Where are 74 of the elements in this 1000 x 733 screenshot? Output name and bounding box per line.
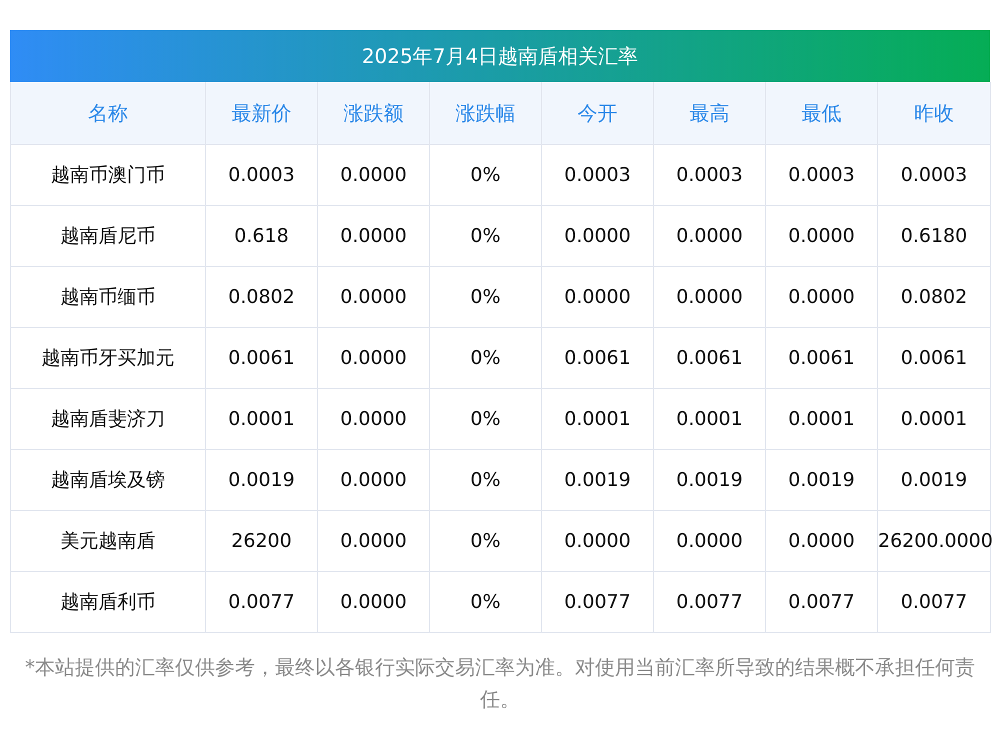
table-cell: 0.0000 (318, 328, 430, 388)
table-cell: 0.0019 (542, 450, 654, 510)
disclaimer-text: *本站提供的汇率仅供参考，最终以各银行实际交易汇率为准。对使用当前汇率所导致的结果概不承担任何责任。 (24, 654, 976, 713)
table-cell: 0% (430, 206, 542, 266)
table-cell: 0.0077 (878, 572, 990, 632)
table-cell: 0% (430, 144, 542, 206)
table-cell: 越南盾埃及镑 (10, 450, 206, 510)
column-header: 涨跌额 (318, 82, 430, 144)
table-cell: 0.0001 (542, 388, 654, 450)
table-cell: 0.0000 (542, 206, 654, 266)
column-header: 今开 (542, 82, 654, 144)
table-cell: 0.0001 (206, 388, 318, 450)
table-cell: 0.0000 (766, 510, 878, 572)
table-cell: 0% (430, 450, 542, 510)
table-cell: 0.0000 (766, 206, 878, 266)
table-cell: 0.0802 (878, 266, 990, 328)
table-cell: 0.0001 (878, 388, 990, 450)
table-cell: 0.6180 (878, 206, 990, 266)
table-cell: 0.0077 (654, 572, 766, 632)
column-header: 最新价 (206, 82, 318, 144)
table-cell: 0.0000 (542, 266, 654, 328)
table-cell: 0.0000 (318, 450, 430, 510)
table-cell: 0.0077 (542, 572, 654, 632)
table-cell: 26200 (206, 510, 318, 572)
column-header: 最高 (654, 82, 766, 144)
table-cell: 0.0019 (654, 450, 766, 510)
table-cell: 0.0000 (654, 266, 766, 328)
table-cell: 0.0000 (318, 572, 430, 632)
table-cell: 0.0019 (206, 450, 318, 510)
table-cell: 0.0000 (318, 144, 430, 206)
column-header: 昨收 (878, 82, 990, 144)
table-cell: 0.0019 (766, 450, 878, 510)
table-cell: 0.0003 (766, 144, 878, 206)
table-cell: 0.0003 (654, 144, 766, 206)
table-cell: 越南盾利币 (10, 572, 206, 632)
table-cell: 0.0061 (654, 328, 766, 388)
table-cell: 0% (430, 572, 542, 632)
table-cell: 越南盾斐济刀 (10, 388, 206, 450)
table-cell: 0.0061 (878, 328, 990, 388)
table-cell: 0.0061 (542, 328, 654, 388)
table-cell: 0.0000 (542, 510, 654, 572)
table-cell: 0.0061 (206, 328, 318, 388)
table-cell: 0.0000 (318, 388, 430, 450)
table-cell: 0.0001 (654, 388, 766, 450)
table-cell: 0.0000 (318, 266, 430, 328)
table-cell: 美元越南盾 (10, 510, 206, 572)
table-cell: 越南币牙买加元 (10, 328, 206, 388)
table-cell: 0.0001 (766, 388, 878, 450)
table-cell: 0.618 (206, 206, 318, 266)
table-cell: 0.0802 (206, 266, 318, 328)
table-cell: 0.0019 (878, 450, 990, 510)
table-cell: 越南币缅币 (10, 266, 206, 328)
table-cell: 0% (430, 328, 542, 388)
table-cell: 0.0000 (318, 510, 430, 572)
column-header: 涨跌幅 (430, 82, 542, 144)
table-cell: 0.0003 (878, 144, 990, 206)
table-title: 2025年7月4日越南盾相关汇率 (10, 30, 990, 82)
table-cell: 0.0077 (206, 572, 318, 632)
column-header: 最低 (766, 82, 878, 144)
table-cell: 0.0000 (766, 266, 878, 328)
column-header: 名称 (10, 82, 206, 144)
table-cell: 0% (430, 510, 542, 572)
table-cell: 0.0061 (766, 328, 878, 388)
table-cell: 越南盾尼币 (10, 206, 206, 266)
table-cell: 0.0000 (654, 206, 766, 266)
table-cell: 0.0000 (318, 206, 430, 266)
table-cell: 0.0077 (766, 572, 878, 632)
table-cell: 0% (430, 388, 542, 450)
table-cell: 0.0003 (206, 144, 318, 206)
table-cell: 0% (430, 266, 542, 328)
table-cell: 越南币澳门币 (10, 144, 206, 206)
table-cell: 26200.0000 (878, 510, 990, 572)
table-cell: 0.0003 (542, 144, 654, 206)
table-cell: 0.0000 (654, 510, 766, 572)
